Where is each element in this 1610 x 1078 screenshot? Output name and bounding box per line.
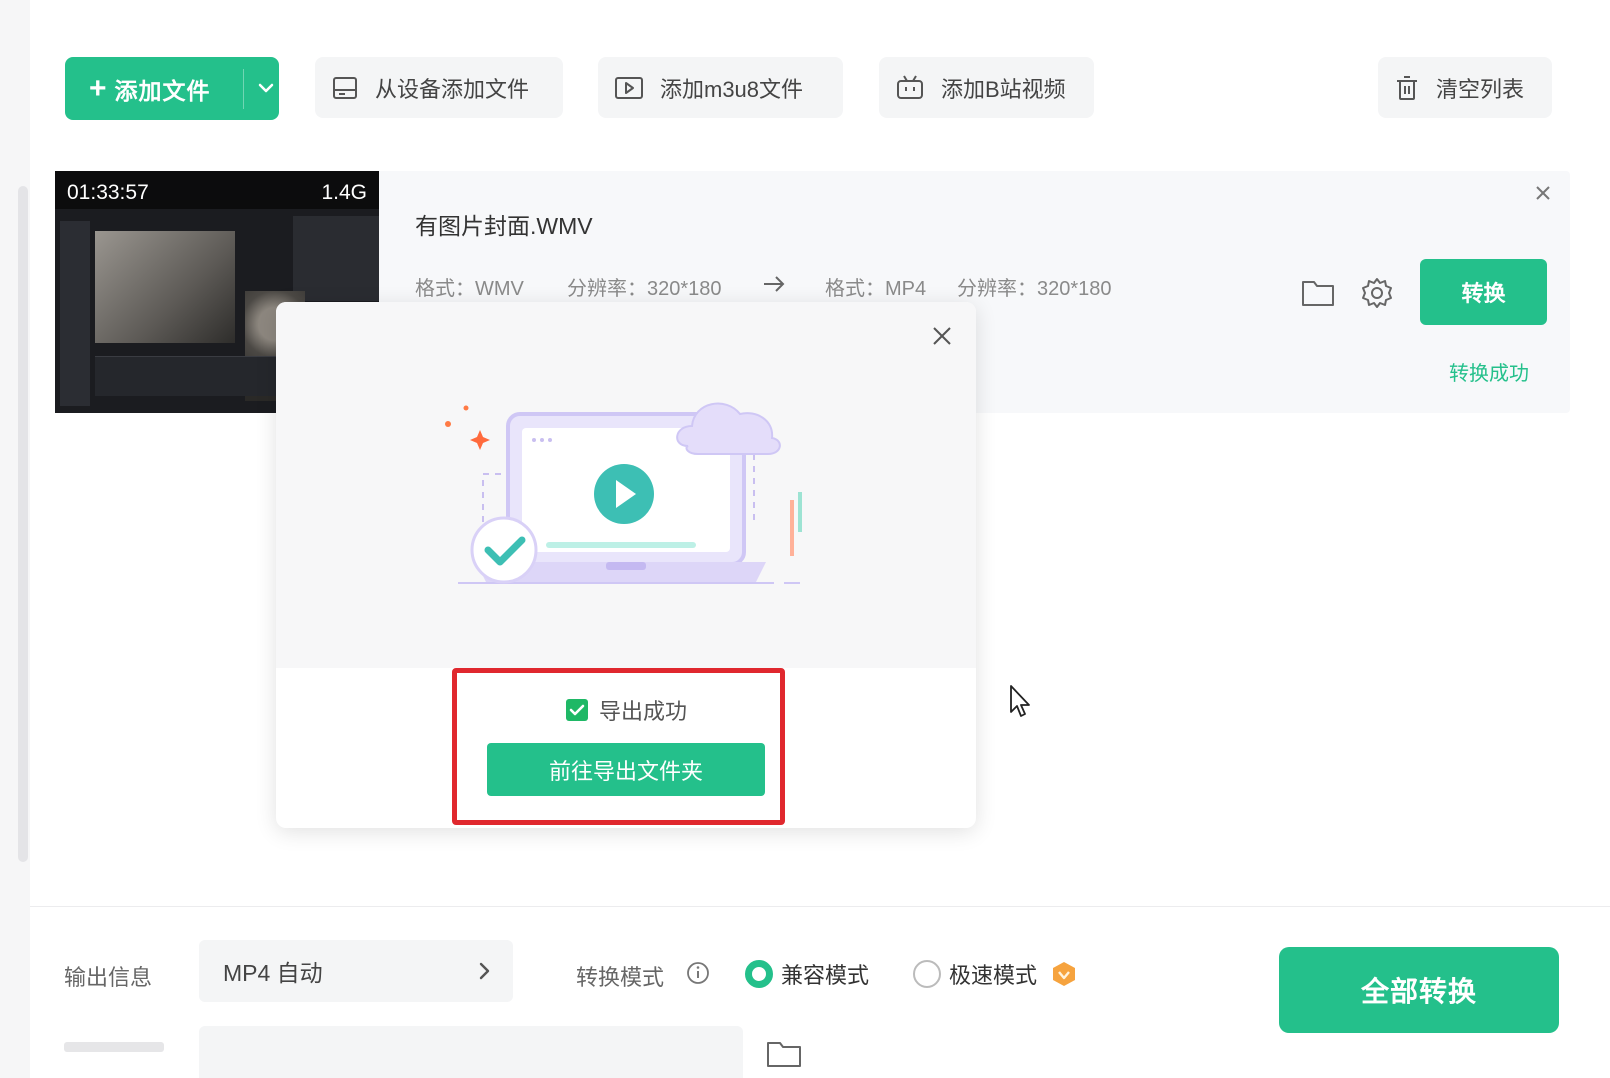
export-success-text: 导出成功	[598, 699, 687, 724]
input-resolution: 分辨率：320*180	[567, 278, 722, 300]
convert-mode-label: 转换模式	[576, 965, 665, 990]
output-info-label: 输出信息	[64, 965, 153, 990]
add-bilibili-label: 添加B站视频	[941, 76, 1066, 102]
thumbnail-panel	[293, 216, 379, 301]
video-file-icon	[615, 76, 643, 99]
chevron-right-icon	[479, 962, 490, 980]
add-file-label: 添加文件	[114, 77, 211, 104]
gear-icon[interactable]	[1361, 277, 1393, 309]
output-path-label	[64, 1042, 164, 1052]
output-path-field[interactable]	[199, 1026, 743, 1078]
thumbnail-sidebar	[60, 221, 90, 406]
close-icon[interactable]	[1533, 183, 1553, 203]
mode-compat-radio[interactable]: 兼容模式	[745, 958, 869, 990]
scrollbar[interactable]	[18, 186, 28, 862]
drive-icon	[333, 76, 357, 99]
output-resolution: 分辨率：320*180	[957, 278, 1112, 300]
convert-button[interactable]: 转换	[1420, 259, 1547, 325]
plus-icon: +	[89, 71, 107, 105]
mode-fast-radio[interactable]: 极速模式	[913, 958, 1077, 990]
radio-unselected-icon	[913, 960, 941, 988]
bilibili-icon	[897, 74, 923, 99]
add-bilibili-button[interactable]: 添加B站视频	[879, 57, 1094, 118]
video-duration: 01:33:57	[67, 181, 149, 204]
add-file-button[interactable]: + 添加文件	[65, 57, 279, 120]
add-m3u8-button[interactable]: 添加m3u8文件	[598, 57, 843, 118]
thumbnail-face	[95, 231, 235, 343]
checkbox-checked-icon	[565, 699, 588, 721]
mouse-cursor-icon	[1010, 685, 1030, 717]
convert-all-button[interactable]: 全部转换	[1279, 947, 1559, 1033]
input-format: 格式：WMV	[415, 278, 524, 300]
divider	[243, 69, 244, 109]
clear-list-button[interactable]: 清空列表	[1378, 57, 1552, 118]
folder-icon[interactable]	[1301, 277, 1335, 307]
file-name: 有图片封面.WMV	[415, 213, 593, 239]
converter-window: + 添加文件 从设备添加文件 添加m3u8文件 添加B站视频 清空列表 01:3…	[0, 0, 1610, 1078]
close-icon[interactable]	[930, 324, 954, 348]
trash-icon	[1397, 75, 1417, 100]
add-from-device-label: 从设备添加文件	[375, 76, 530, 102]
chevron-down-icon[interactable]	[255, 77, 277, 99]
add-from-device-button[interactable]: 从设备添加文件	[315, 57, 563, 118]
output-format-select[interactable]: MP4 自动	[199, 940, 513, 1002]
add-m3u8-label: 添加m3u8文件	[660, 76, 804, 102]
arrow-right-icon	[764, 276, 785, 292]
vip-badge-icon	[1053, 962, 1076, 986]
export-success-row: 导出成功	[276, 694, 976, 726]
mode-compat-label: 兼容模式	[781, 963, 870, 988]
goto-export-folder-button[interactable]: 前往导出文件夹	[487, 743, 765, 796]
convert-status: 转换成功	[1449, 363, 1529, 385]
folder-icon[interactable]	[766, 1038, 802, 1068]
video-size: 1.4G	[321, 181, 367, 204]
thumbnail-timeline	[95, 356, 295, 396]
export-success-dialog: 导出成功 前往导出文件夹	[276, 302, 976, 828]
laptop-success-illustration	[445, 402, 802, 584]
info-icon[interactable]	[686, 961, 710, 985]
radio-selected-icon	[745, 960, 773, 988]
mode-fast-label: 极速模式	[949, 963, 1038, 988]
output-format-value: MP4 自动	[223, 960, 323, 986]
divider	[30, 906, 1610, 907]
clear-list-label: 清空列表	[1436, 76, 1525, 102]
output-format: 格式：MP4	[825, 278, 927, 300]
